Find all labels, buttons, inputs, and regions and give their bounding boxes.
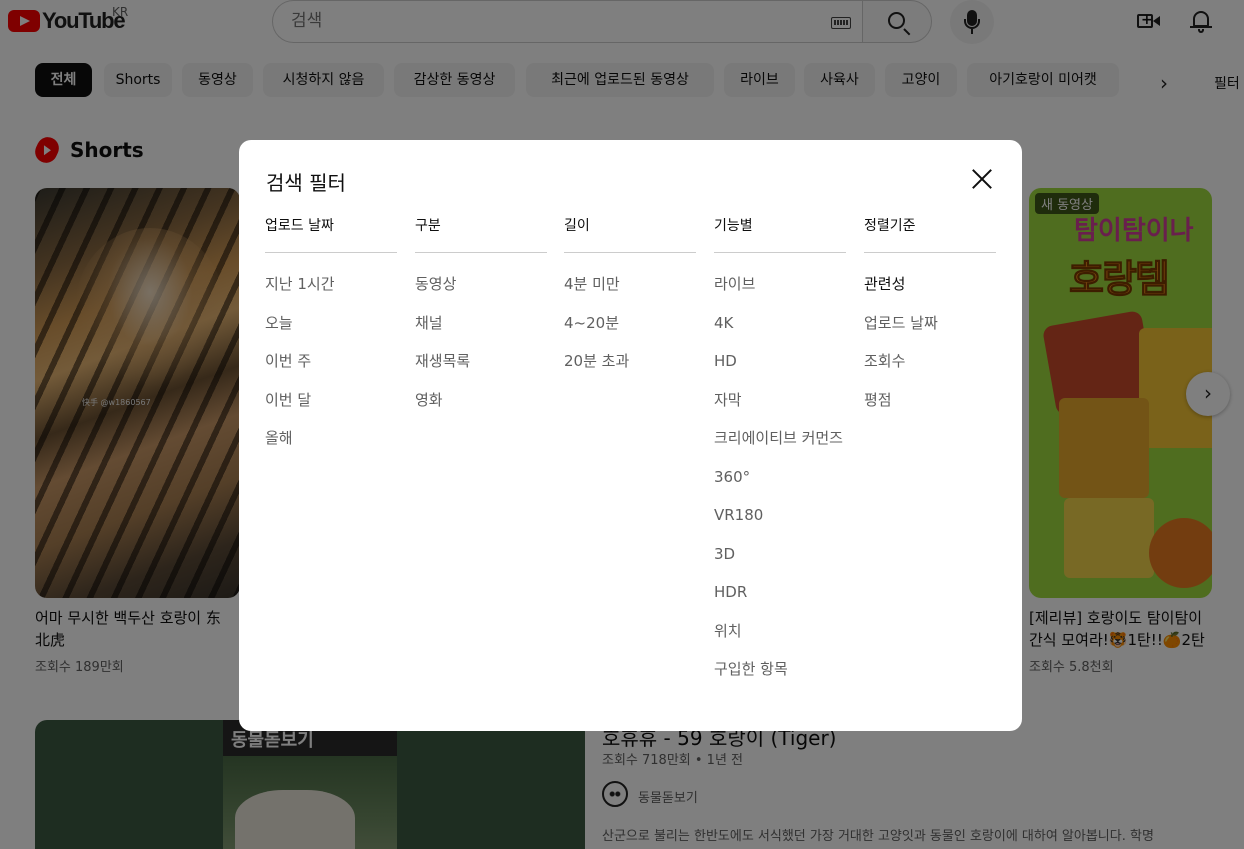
filter-option[interactable]: 오늘 <box>265 312 397 334</box>
filter-option[interactable]: 영화 <box>415 389 547 411</box>
dialog-title: 검색 필터 <box>266 171 346 195</box>
filter-option[interactable]: 4분 미만 <box>564 273 696 295</box>
filter-option[interactable]: 이번 주 <box>265 350 397 372</box>
filter-option[interactable]: 평점 <box>864 389 996 411</box>
filter-option[interactable]: 4~20분 <box>564 312 696 334</box>
filter-option[interactable]: 채널 <box>415 312 547 334</box>
filter-option[interactable]: HDR <box>714 581 846 603</box>
column-header: 업로드 날짜 <box>265 217 397 253</box>
filter-option[interactable]: 이번 달 <box>265 389 397 411</box>
filter-option[interactable]: 재생목록 <box>415 350 547 372</box>
filter-option[interactable]: 4K <box>714 312 846 334</box>
filter-option[interactable]: 조회수 <box>864 350 996 372</box>
search-filter-dialog: 검색 필터 업로드 날짜 지난 1시간 오늘 이번 주 이번 달 올해 구분 동… <box>239 140 1022 731</box>
filter-option[interactable]: 라이브 <box>714 273 846 295</box>
filter-option[interactable]: 지난 1시간 <box>265 273 397 295</box>
filter-option[interactable]: 구입한 항목 <box>714 658 846 680</box>
filter-column-duration: 길이 4분 미만 4~20분 20분 초과 <box>564 217 696 372</box>
column-header: 길이 <box>564 217 696 253</box>
filter-option[interactable]: HD <box>714 350 846 372</box>
filter-option[interactable]: 동영상 <box>415 273 547 295</box>
filter-option[interactable]: 20분 초과 <box>564 350 696 372</box>
filter-option-selected[interactable]: 관련성 <box>864 273 996 295</box>
close-icon[interactable] <box>967 164 997 194</box>
column-header: 구분 <box>415 217 547 253</box>
filter-option[interactable]: 자막 <box>714 389 846 411</box>
filter-column-type: 구분 동영상 채널 재생목록 영화 <box>415 217 547 411</box>
filter-option[interactable]: 업로드 날짜 <box>864 312 996 334</box>
filter-option[interactable]: 3D <box>714 543 846 565</box>
filter-option[interactable]: 크리에이티브 커먼즈 <box>714 427 846 449</box>
filter-column-upload-date: 업로드 날짜 지난 1시간 오늘 이번 주 이번 달 올해 <box>265 217 397 449</box>
filter-option[interactable]: 올해 <box>265 427 397 449</box>
column-header: 정렬기준 <box>864 217 996 253</box>
filter-column-sort-by: 정렬기준 관련성 업로드 날짜 조회수 평점 <box>864 217 996 411</box>
column-header: 기능별 <box>714 217 846 253</box>
filter-option[interactable]: VR180 <box>714 504 846 526</box>
filter-option[interactable]: 위치 <box>714 620 846 642</box>
filter-option[interactable]: 360° <box>714 466 846 488</box>
filter-column-features: 기능별 라이브 4K HD 자막 크리에이티브 커먼즈 360° VR180 3… <box>714 217 846 680</box>
